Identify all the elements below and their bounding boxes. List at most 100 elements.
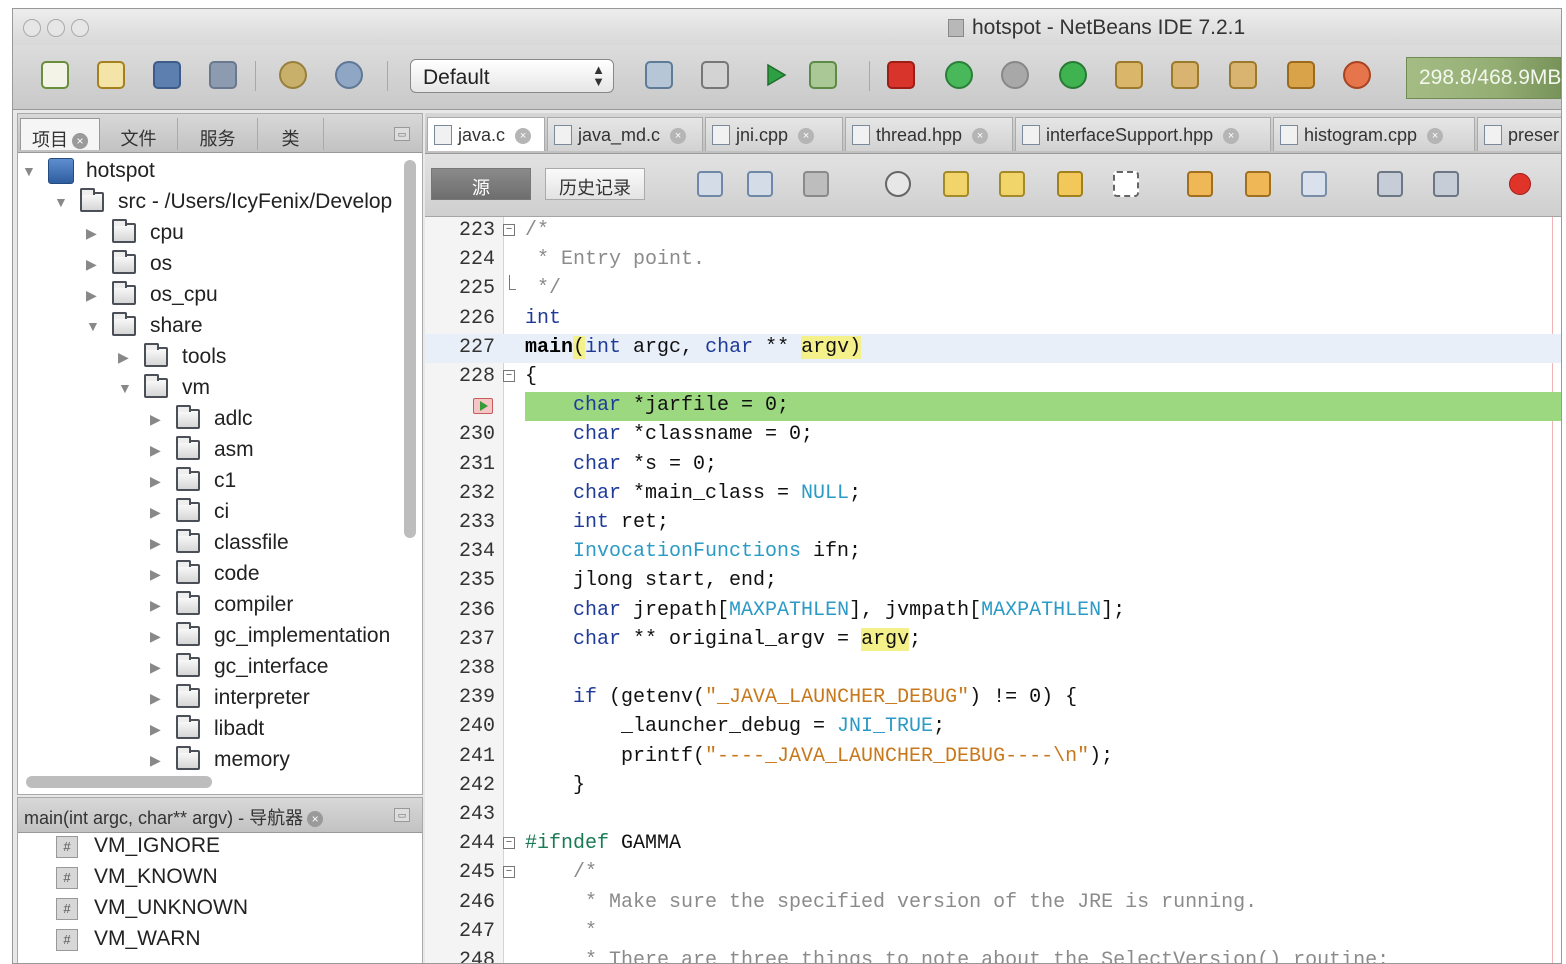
tab-projects[interactable]: 项目 ×	[20, 118, 100, 150]
tab-files[interactable]: 文件	[100, 118, 178, 150]
code-line[interactable]: 243	[425, 801, 1561, 830]
new-file-icon[interactable]	[97, 61, 125, 89]
code-line[interactable]: 228−{	[425, 363, 1561, 392]
save-all-icon[interactable]	[209, 61, 237, 89]
code-line[interactable]: 237 char ** original_argv = argv;	[425, 626, 1561, 655]
minimize-panel-icon[interactable]: ▭	[394, 808, 410, 822]
build-hammer-icon[interactable]	[645, 61, 673, 89]
code-line[interactable]: 223−/*	[425, 217, 1561, 246]
expanded-arrow-icon[interactable]: ▼	[86, 318, 100, 334]
close-icon[interactable]: ×	[1427, 128, 1444, 145]
close-window-button[interactable]	[23, 19, 41, 37]
tab-services[interactable]: 服务	[178, 118, 258, 150]
next-bookmark-icon[interactable]	[1245, 171, 1271, 197]
code-line[interactable]: 246 * Make sure the specified version of…	[425, 889, 1561, 918]
collapsed-arrow-icon[interactable]: ▶	[150, 504, 161, 521]
continue-icon[interactable]	[1001, 61, 1029, 89]
fold-toggle-icon[interactable]: −	[503, 837, 515, 850]
step-into-icon[interactable]	[1115, 61, 1143, 89]
code-line[interactable]: 224 * Entry point.	[425, 246, 1561, 275]
run-to-cursor-icon[interactable]	[1229, 61, 1257, 89]
editor-tab-jni-cpp[interactable]: jni.cpp ×	[705, 117, 843, 151]
fold-toggle-icon[interactable]: −	[503, 370, 515, 382]
code-line[interactable]: 236 char jrepath[MAXPATHLEN], jvmpath[MAX…	[425, 597, 1561, 626]
expanded-arrow-icon[interactable]: ▼	[22, 163, 36, 179]
code-line[interactable]: 232 char *main_class = NULL;	[425, 480, 1561, 509]
close-icon[interactable]: ×	[670, 128, 687, 145]
code-line[interactable]: 248 * There are three things to note abo…	[425, 947, 1561, 963]
collapsed-arrow-icon[interactable]: ▶	[150, 566, 161, 583]
step-out-icon[interactable]	[1171, 61, 1199, 89]
code-line[interactable]: 231 char *s = 0;	[425, 451, 1561, 480]
collapsed-arrow-icon[interactable]: ▶	[118, 349, 129, 366]
code-line[interactable]: 226 int	[425, 305, 1561, 334]
collapsed-arrow-icon[interactable]: ▶	[150, 690, 161, 707]
editor-tab-histogram-cpp[interactable]: histogram.cpp ×	[1273, 117, 1475, 151]
collapsed-arrow-icon[interactable]: ▶	[86, 256, 97, 273]
find-icon[interactable]	[885, 171, 911, 197]
code-line[interactable]: 233 int ret;	[425, 509, 1561, 538]
source-view-button[interactable]: 源	[431, 168, 531, 200]
code-line[interactable]: 247 *	[425, 918, 1561, 947]
code-line[interactable]: 227 main(int argc, char ** argv)	[425, 333, 1561, 363]
code-line[interactable]: 235 jlong start, end;	[425, 567, 1561, 596]
collapsed-arrow-icon[interactable]: ▶	[150, 628, 161, 645]
run-icon[interactable]	[761, 61, 789, 89]
expanded-arrow-icon[interactable]: ▼	[118, 380, 132, 396]
profile-icon[interactable]	[1343, 61, 1371, 89]
close-icon[interactable]: ×	[798, 128, 815, 145]
code-line[interactable]: 225 */	[425, 275, 1561, 304]
collapsed-arrow-icon[interactable]: ▶	[86, 287, 97, 304]
zoom-window-button[interactable]	[71, 19, 89, 37]
minimize-panel-icon[interactable]: ▭	[394, 127, 410, 141]
collapsed-arrow-icon[interactable]: ▶	[86, 225, 97, 242]
shift-left-icon[interactable]	[1377, 171, 1403, 197]
redo-icon[interactable]	[335, 61, 363, 89]
collapsed-arrow-icon[interactable]: ▶	[150, 473, 161, 490]
collapsed-arrow-icon[interactable]: ▶	[150, 659, 161, 676]
fold-toggle-icon[interactable]: −	[503, 224, 515, 236]
collapsed-arrow-icon[interactable]: ▶	[150, 442, 161, 459]
code-line[interactable]: 240 _launcher_debug = JNI_TRUE;	[425, 713, 1561, 742]
record-macro-icon[interactable]	[1509, 173, 1531, 195]
code-line[interactable]: 234 InvocationFunctions ifn;	[425, 538, 1561, 567]
code-line[interactable]: 239 if (getenv("_JAVA_LAUNCHER_DEBUG") !=…	[425, 684, 1561, 713]
tab-classes[interactable]: 类	[258, 118, 324, 150]
find-next-icon[interactable]	[999, 171, 1025, 197]
stop-icon[interactable]	[887, 61, 915, 89]
close-icon[interactable]: ×	[515, 128, 532, 145]
tree-vertical-scrollbar[interactable]	[404, 160, 416, 538]
forward-icon[interactable]	[803, 171, 829, 197]
fold-toggle-icon[interactable]: −	[503, 866, 515, 879]
close-icon[interactable]: ×	[307, 811, 324, 828]
last-edit-icon[interactable]	[697, 171, 723, 197]
open-project-icon[interactable]	[153, 61, 181, 89]
editor-tab-thread-hpp[interactable]: thread.hpp ×	[845, 117, 1013, 151]
editor-tab-java-c[interactable]: java.c ×	[427, 117, 545, 151]
toggle-highlight-icon[interactable]	[1057, 171, 1083, 197]
apply-changes-icon[interactable]	[1287, 61, 1315, 89]
code-line[interactable]: 238	[425, 655, 1561, 684]
pause-icon[interactable]	[945, 61, 973, 89]
minimize-window-button[interactable]	[47, 19, 65, 37]
code-line-breakpoint[interactable]: char *jarfile = 0;	[425, 392, 1561, 422]
close-icon[interactable]: ×	[1223, 128, 1240, 145]
breakpoint-pc-icon[interactable]	[473, 398, 493, 415]
code-editor[interactable]: 223−/* 224 * Entry point. 225 */226 int 227 m…	[425, 217, 1561, 963]
collapsed-arrow-icon[interactable]: ▶	[150, 597, 161, 614]
collapsed-arrow-icon[interactable]: ▶	[150, 411, 161, 428]
back-icon[interactable]	[747, 171, 773, 197]
editor-tab-java-md-c[interactable]: java_md.c ×	[547, 117, 703, 151]
collapsed-arrow-icon[interactable]: ▶	[150, 721, 161, 738]
tree-horizontal-scrollbar[interactable]	[26, 776, 212, 788]
code-line[interactable]: 242}	[425, 772, 1561, 801]
step-over-icon[interactable]	[1059, 61, 1087, 89]
previous-bookmark-icon[interactable]	[1187, 171, 1213, 197]
undo-icon[interactable]	[279, 61, 307, 89]
code-line[interactable]: 241 printf("----_JAVA_LAUNCHER_DEBUG----\…	[425, 743, 1561, 772]
code-line[interactable]: 230 char *classname = 0;	[425, 421, 1561, 450]
shift-right-icon[interactable]	[1433, 171, 1459, 197]
toggle-bookmark-icon[interactable]	[1301, 171, 1327, 197]
close-icon[interactable]: ×	[972, 128, 989, 145]
expanded-arrow-icon[interactable]: ▼	[54, 194, 68, 210]
